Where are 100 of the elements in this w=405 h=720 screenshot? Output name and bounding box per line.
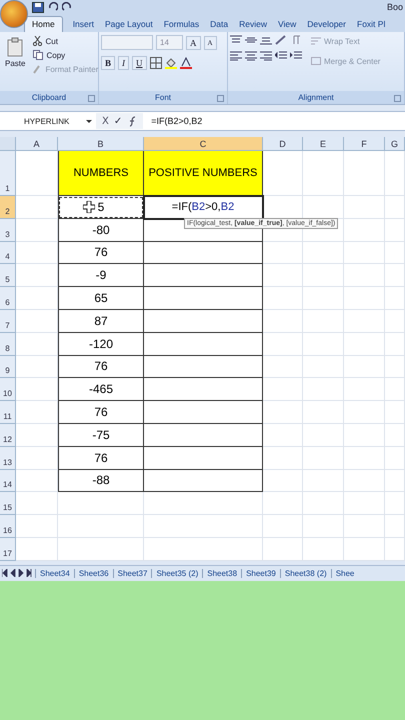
column-header[interactable]: E (303, 137, 344, 151)
table-cell (263, 151, 303, 196)
table-cell (344, 515, 385, 538)
grow-font-button[interactable]: A (186, 36, 200, 50)
row-header[interactable]: 11 (0, 401, 16, 424)
ribbon-tab[interactable]: Foxit Pl (357, 17, 386, 32)
table-cell (385, 264, 405, 288)
copy-button[interactable]: Copy (31, 49, 100, 61)
table-cell (263, 401, 303, 424)
align-middle-icon[interactable] (245, 35, 257, 45)
row-header[interactable]: 7 (0, 310, 16, 333)
sheet-tab[interactable]: Sheet35 (2) (151, 568, 202, 578)
table-cell (344, 242, 385, 264)
fill-color-icon[interactable] (164, 57, 177, 69)
align-left-icon[interactable] (230, 51, 242, 61)
table-cell (16, 538, 58, 561)
borders-icon[interactable] (150, 57, 162, 69)
ribbon-tab[interactable]: Data (210, 17, 228, 32)
cell-formula[interactable]: =IF(B2>0,B2 (172, 196, 234, 217)
row-header[interactable]: 8 (0, 332, 16, 356)
sheet-tab[interactable]: Sheet38 (202, 568, 242, 578)
italic-button[interactable]: I (118, 56, 130, 70)
font-color-icon[interactable] (180, 57, 192, 69)
row-header[interactable]: 16 (0, 515, 16, 538)
sheet-tab[interactable]: Sheet36 (74, 568, 113, 578)
group-label: Font (154, 93, 171, 102)
table-cell (263, 470, 303, 492)
row-header[interactable]: 6 (0, 287, 16, 310)
align-center-icon[interactable] (245, 51, 257, 61)
undo-icon[interactable] (48, 2, 58, 12)
align-right-icon[interactable] (260, 51, 272, 61)
ribbon-tab[interactable]: Page Layout (104, 17, 153, 32)
row-header[interactable]: 5 (0, 264, 16, 288)
paste-button[interactable]: Paste (2, 35, 28, 88)
table-cell (303, 332, 344, 356)
align-bottom-icon[interactable] (260, 35, 272, 45)
sheet-tab[interactable]: Sheet37 (112, 568, 152, 578)
table-cell (344, 378, 385, 402)
redo-icon[interactable] (62, 2, 72, 12)
save-icon[interactable] (32, 2, 44, 12)
align-top-icon[interactable] (230, 35, 242, 45)
ribbon-tab[interactable]: Home (24, 16, 63, 32)
cut-button[interactable]: Cut (31, 35, 100, 47)
cell-value: 76 (94, 404, 108, 422)
table-cell (303, 287, 344, 310)
bold-button[interactable]: B (101, 56, 116, 70)
row-header[interactable]: 10 (0, 378, 16, 402)
table-cell (385, 218, 405, 242)
row-header[interactable]: 9 (0, 356, 16, 378)
column-header[interactable]: B (58, 137, 144, 151)
underline-button[interactable]: U (132, 56, 147, 70)
table-cell (344, 401, 385, 424)
window-title: Boo (386, 2, 404, 12)
table-cell (303, 470, 344, 492)
decrease-indent-icon[interactable] (275, 51, 287, 61)
row-header[interactable]: 12 (0, 424, 16, 447)
table-cell (16, 424, 58, 447)
ribbon-tab[interactable]: View (278, 17, 296, 32)
dropdown-icon[interactable] (86, 120, 92, 122)
table-cell (385, 151, 405, 196)
row-header[interactable]: 15 (0, 492, 16, 516)
cancel-button[interactable]: X (102, 116, 109, 126)
row-header[interactable]: 17 (0, 538, 16, 561)
ribbon-tab[interactable]: Formulas (164, 17, 200, 32)
sheet-tab[interactable]: Shee (330, 568, 358, 578)
ribbon-tab[interactable]: Insert (72, 17, 94, 32)
sheet-tab[interactable]: Sheet38 (2) (280, 568, 331, 578)
ribbon-tab[interactable]: Review (239, 17, 267, 32)
column-header[interactable]: A (16, 137, 58, 151)
insert-function-icon[interactable] (127, 116, 138, 126)
ribbon-tab[interactable]: Developer (307, 17, 346, 32)
cell-value: 76 (94, 450, 108, 467)
clipboard-icon (7, 37, 24, 57)
row-header[interactable]: 1 (0, 151, 16, 196)
increase-indent-icon[interactable] (290, 51, 302, 61)
row-header[interactable]: 4 (0, 242, 16, 264)
row-header[interactable]: 2 (0, 196, 16, 219)
table-cell (263, 310, 303, 333)
row-header[interactable]: 3 (0, 218, 16, 242)
column-header[interactable]: G (385, 137, 405, 151)
column-header[interactable]: F (344, 137, 385, 151)
enter-button[interactable]: ✓ (114, 116, 122, 126)
table-cell (303, 264, 344, 288)
name-box[interactable]: HYPERLINK (0, 113, 96, 129)
table-cell (344, 287, 385, 310)
table-cell (16, 470, 58, 492)
formula-field[interactable]: =IF(B2>0,B2 (143, 116, 202, 126)
font-name-field[interactable] (101, 35, 153, 50)
column-header[interactable]: D (263, 137, 303, 151)
sheet-tab[interactable]: Sheet39 (241, 568, 280, 578)
sheet-tab[interactable]: Sheet34 (35, 568, 74, 578)
row-header[interactable]: 14 (0, 470, 16, 492)
column-header[interactable]: C (144, 137, 263, 151)
row-header[interactable]: 13 (0, 446, 16, 470)
table-cell (344, 356, 385, 378)
table-cell (16, 446, 58, 470)
table-cell (303, 242, 344, 264)
orientation-icon[interactable] (275, 35, 287, 45)
merge-cells-icon (311, 56, 321, 66)
table-cell (16, 287, 58, 310)
